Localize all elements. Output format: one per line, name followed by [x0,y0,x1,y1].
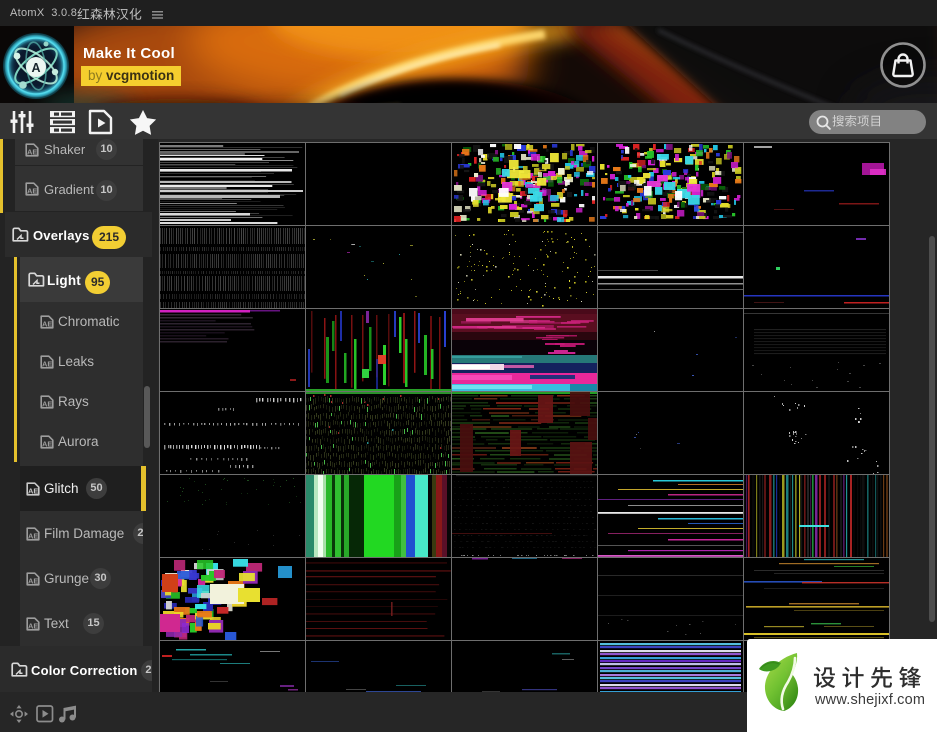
svg-text:AE: AE [42,319,52,328]
svg-text:AE: AE [28,531,38,540]
svg-text:AE: AE [42,359,52,368]
svg-text:AE: AE [28,486,38,495]
svg-text:AE: AE [27,147,37,156]
svg-text:AE: AE [28,621,38,630]
svg-text:AE: AE [27,186,37,195]
svg-text:AE: AE [28,576,38,585]
svg-text:AE: AE [42,439,52,448]
svg-text:A: A [31,61,40,75]
svg-text:AE: AE [42,399,52,408]
